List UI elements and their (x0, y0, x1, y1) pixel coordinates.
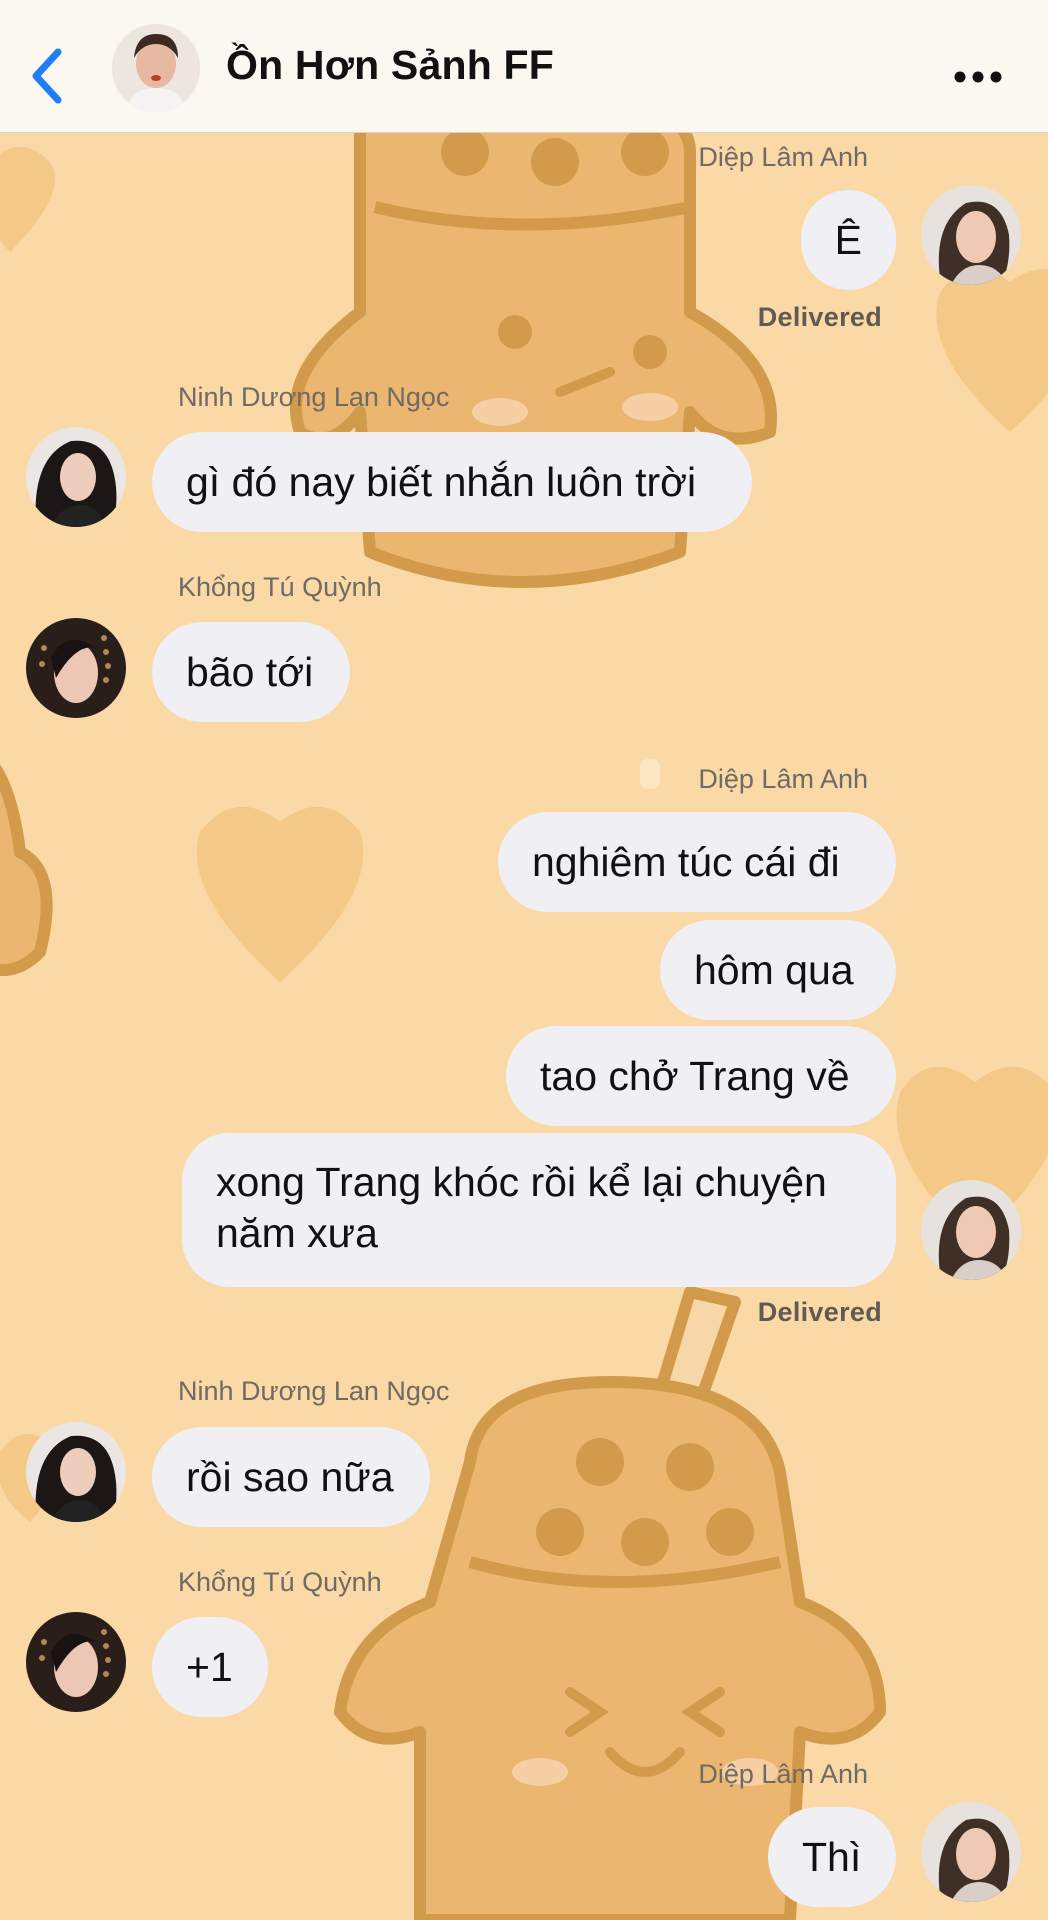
message-bubble[interactable]: hôm qua (660, 920, 896, 1020)
sender-name: Khổng Tú Quỳnh (178, 572, 382, 602)
sender-name: Khổng Tú Quỳnh (178, 1567, 382, 1597)
message-bubble[interactable]: tao chở Trang về (506, 1026, 896, 1126)
chevron-left-icon (32, 48, 62, 104)
sender-name: Ninh Dương Lan Ngọc (178, 382, 450, 412)
avatar-diep-lam-anh[interactable] (921, 185, 1021, 285)
message-bubble[interactable]: +1 (152, 1617, 268, 1717)
message-bubble[interactable]: Thì (768, 1807, 896, 1907)
avatar-diep-lam-anh[interactable] (921, 1180, 1021, 1280)
message-bubble[interactable]: Ê (800, 190, 896, 290)
message-bubble[interactable]: nghiêm túc cái đi (498, 812, 896, 912)
sender-name: Ninh Dương Lan Ngọc (178, 1376, 450, 1406)
avatar-khong-tu-quynh[interactable] (26, 618, 126, 718)
message-bubble[interactable]: xong Trang khóc rồi kể lại chuyện năm xư… (182, 1133, 896, 1287)
delivered-status: Delivered (757, 1297, 882, 1327)
chat-title: Ồn Hơn Sảnh FF (226, 42, 555, 88)
ellipsis-icon (954, 71, 1002, 83)
avatar-ninh-duong-lan-ngoc[interactable] (26, 1422, 126, 1522)
delivered-status: Delivered (757, 302, 882, 332)
sender-name: Diệp Lâm Anh (698, 142, 868, 172)
chat-header: Ồn Hơn Sảnh FF (0, 0, 1048, 133)
avatar-khong-tu-quynh[interactable] (26, 1612, 126, 1712)
sender-name: Diệp Lâm Anh (698, 1759, 868, 1789)
message-list[interactable]: Diệp Lâm Anh Ê Delivered Ninh Dương Lan … (0, 0, 1048, 1920)
more-options-button[interactable] (954, 64, 1002, 90)
avatar-ninh-duong-lan-ngoc[interactable] (26, 427, 126, 527)
sender-name: Diệp Lâm Anh (698, 764, 868, 794)
avatar-diep-lam-anh[interactable] (921, 1802, 1021, 1902)
group-avatar[interactable] (112, 24, 200, 112)
message-bubble[interactable]: rồi sao nữa (152, 1427, 430, 1527)
message-bubble[interactable]: gì đó nay biết nhắn luôn trời (152, 432, 752, 532)
back-button[interactable] (28, 46, 68, 106)
message-bubble[interactable]: bão tới (152, 622, 350, 722)
